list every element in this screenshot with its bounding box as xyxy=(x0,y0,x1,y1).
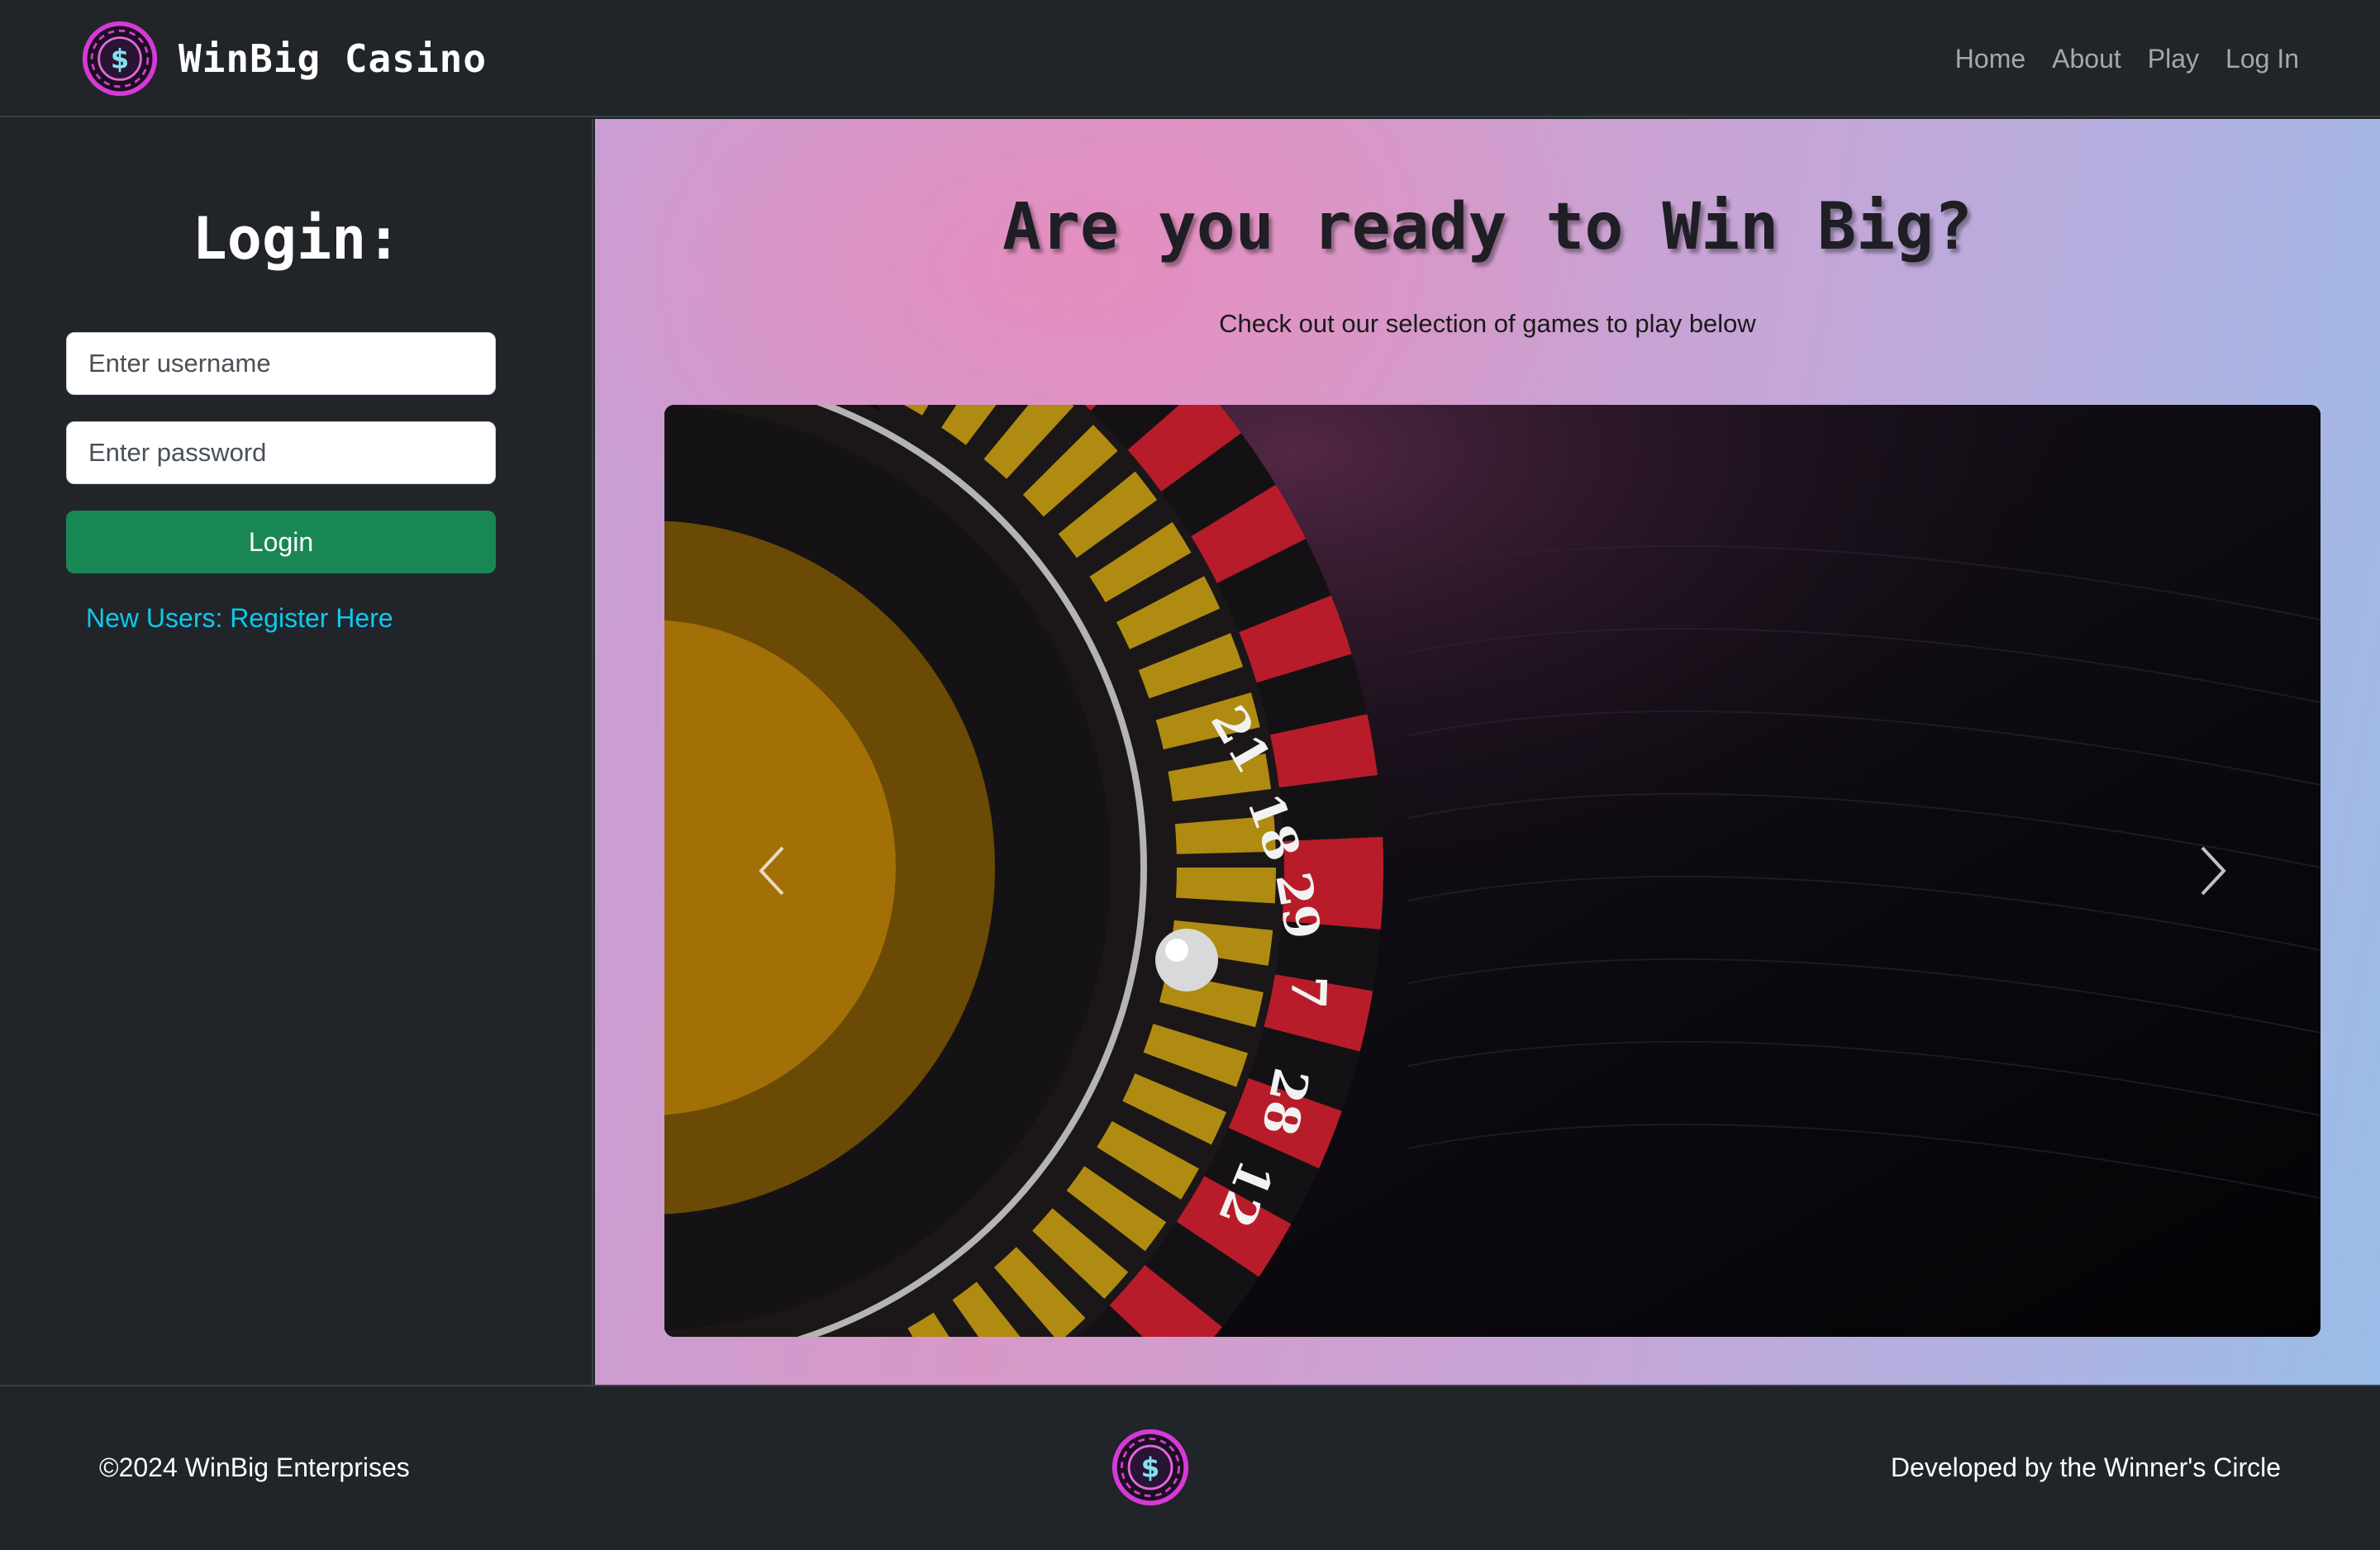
dollar-chip-icon: $ xyxy=(82,21,158,97)
footer-copyright: ©2024 WinBig Enterprises xyxy=(99,1452,410,1482)
games-carousel[interactable]: 21 18 29 7 28 12 xyxy=(664,405,2320,1337)
carousel-next-button[interactable] xyxy=(2147,405,2279,1337)
navbar: $ WinBig Casino Home About Play Log In xyxy=(0,0,2380,117)
nav-link-about[interactable]: About xyxy=(2052,44,2121,74)
chevron-left-icon xyxy=(759,846,784,896)
hero-title: Are you ready to Win Big? xyxy=(1002,190,1973,264)
password-input[interactable] xyxy=(66,421,496,484)
register-link[interactable]: New Users: Register Here xyxy=(86,603,393,634)
svg-text:$: $ xyxy=(111,43,129,74)
footer-credit: Developed by the Winner's Circle xyxy=(1890,1452,2281,1482)
wheel-number: 29 xyxy=(1264,868,1331,944)
dollar-chip-icon: $ xyxy=(1111,1429,1189,1506)
nav-link-login[interactable]: Log In xyxy=(2225,44,2299,74)
nav-links: Home About Play Log In xyxy=(1929,0,2299,117)
footer: ©2024 WinBig Enterprises $ Developed by … xyxy=(0,1385,2380,1550)
nav-link-play[interactable]: Play xyxy=(2148,44,2199,74)
main-content: Are you ready to Win Big? Check out our … xyxy=(595,119,2380,1385)
nav-link-home[interactable]: Home xyxy=(1955,44,2025,74)
login-button[interactable]: Login xyxy=(66,511,496,573)
hero-subtitle: Check out our selection of games to play… xyxy=(1219,309,1756,338)
login-title: Login: xyxy=(192,205,402,273)
svg-text:$: $ xyxy=(1141,1453,1160,1484)
login-sidebar: Login: Login New Users: Register Here xyxy=(0,119,593,1385)
chevron-right-icon xyxy=(2201,846,2226,896)
carousel-prev-button[interactable] xyxy=(706,405,838,1337)
roulette-wheel-image: 21 18 29 7 28 12 xyxy=(664,405,2320,1337)
wheel-number: 7 xyxy=(1280,975,1337,1010)
brand[interactable]: $ WinBig Casino xyxy=(81,20,487,97)
username-input[interactable] xyxy=(66,332,496,395)
brand-name: WinBig Casino xyxy=(178,36,488,81)
